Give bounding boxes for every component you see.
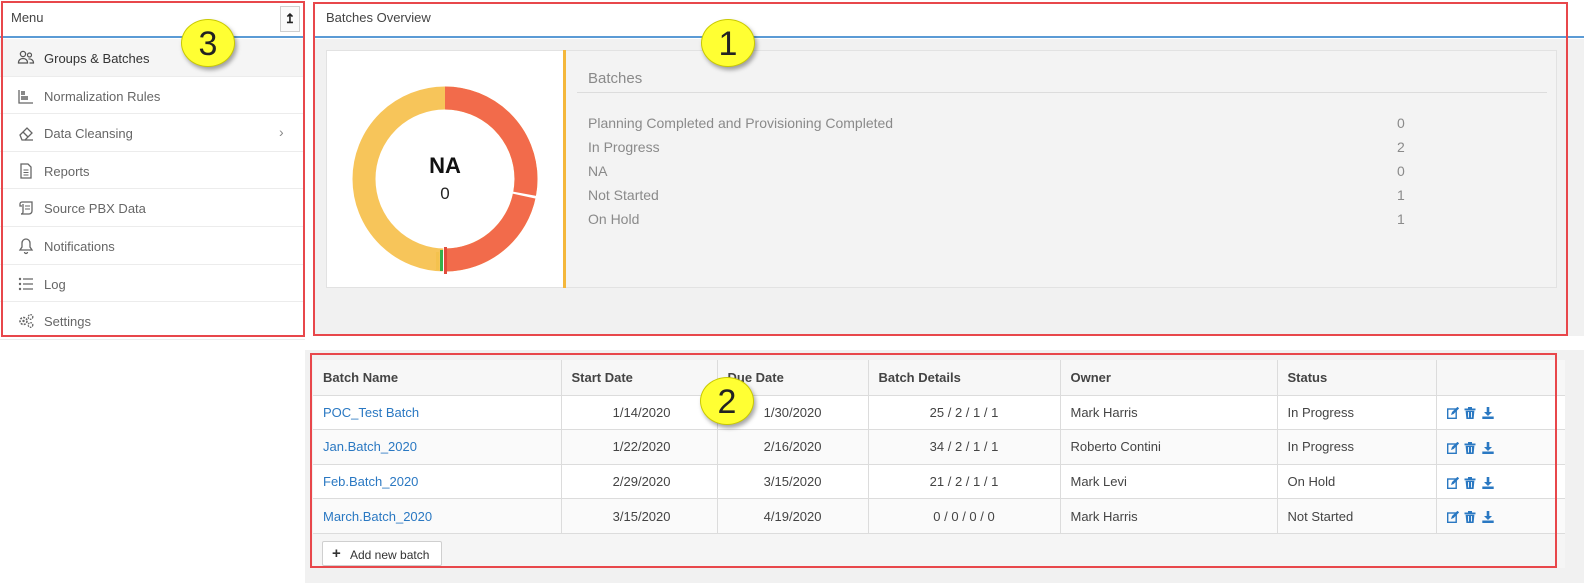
callout-number: 1 [718,25,738,63]
highlight-box-overview [313,2,1568,336]
callout-number: 2 [717,383,737,421]
callout-badge-1: 1 [701,19,755,67]
callout-badge-2: 2 [700,377,754,425]
highlight-box-table [310,353,1557,568]
callout-number: 3 [198,25,218,63]
highlight-box-menu [1,1,305,337]
callout-badge-3: 3 [181,19,235,67]
